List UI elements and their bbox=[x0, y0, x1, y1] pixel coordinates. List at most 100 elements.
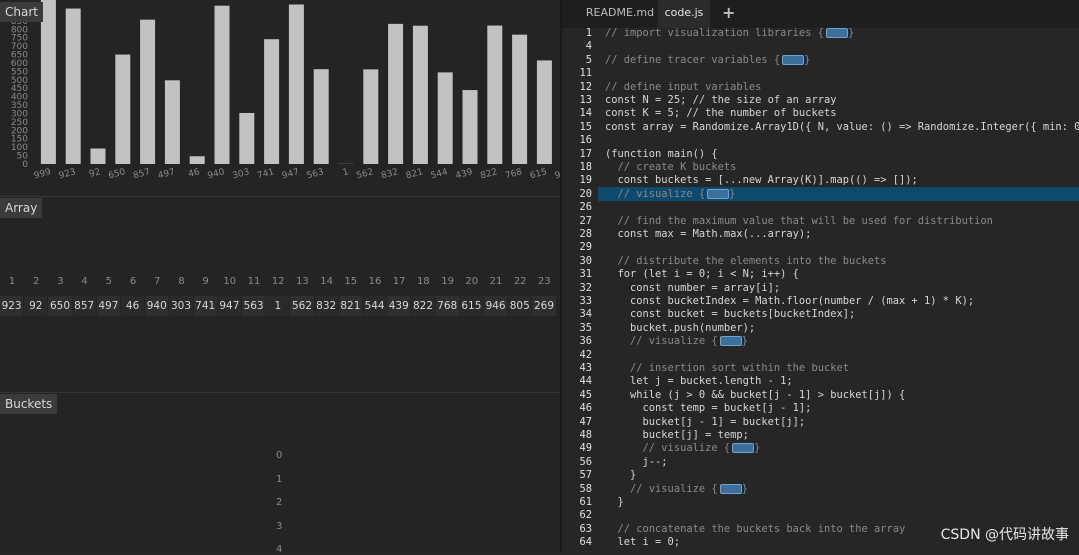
array-index-label: 6 bbox=[121, 276, 145, 287]
line-number: 26 bbox=[562, 201, 592, 214]
x-tick-label: 741 bbox=[256, 167, 275, 181]
code-text: const max = Math.max(...array); bbox=[605, 228, 811, 241]
code-text: (function main() { bbox=[605, 148, 718, 161]
watermark: CSDN @代码讲故事 bbox=[941, 524, 1069, 544]
array-index-label: 17 bbox=[387, 276, 411, 287]
line-number: 4 bbox=[562, 40, 592, 53]
fold-marker-icon[interactable] bbox=[732, 443, 754, 453]
bar bbox=[388, 24, 403, 164]
array-index-label: 23 bbox=[532, 276, 556, 287]
array-cell: 857 bbox=[73, 296, 97, 316]
array-index-label: 11 bbox=[242, 276, 266, 287]
bar bbox=[190, 156, 205, 164]
code-text: const temp = bucket[j - 1]; bbox=[605, 402, 811, 415]
line-number: 42 bbox=[562, 349, 592, 362]
bar bbox=[91, 149, 106, 164]
fold-marker-icon[interactable] bbox=[720, 484, 742, 494]
array-index-label: 12 bbox=[266, 276, 290, 287]
line-number: 12 bbox=[562, 81, 592, 94]
array-cell: 923 bbox=[0, 296, 24, 316]
editor-tab-bar: README.md code.js + bbox=[562, 0, 1079, 28]
code-text: // concatenate the buckets back into the… bbox=[605, 523, 905, 536]
add-tab-button[interactable]: + bbox=[722, 0, 735, 28]
bar bbox=[438, 72, 453, 164]
fold-marker-icon[interactable] bbox=[720, 336, 742, 346]
x-tick-label: 822 bbox=[479, 167, 498, 181]
code-text: // distribute the elements into the buck… bbox=[605, 255, 887, 268]
line-number: 49 bbox=[562, 442, 592, 455]
line-number: 31 bbox=[562, 268, 592, 281]
array-cell: 439 bbox=[387, 296, 411, 316]
line-number: 18 bbox=[562, 161, 592, 174]
x-tick-label: 1 bbox=[342, 167, 350, 178]
code-text: // visualize {} bbox=[605, 442, 760, 455]
x-tick-label: 544 bbox=[430, 167, 449, 181]
array-cell: 303 bbox=[169, 296, 193, 316]
array-index-label: 16 bbox=[363, 276, 387, 287]
array-index-label: 10 bbox=[218, 276, 242, 287]
line-number: 28 bbox=[562, 228, 592, 241]
array-cell: 497 bbox=[97, 296, 121, 316]
code-text: const array = Randomize.Array1D({ N, val… bbox=[605, 121, 1079, 134]
line-number: 35 bbox=[562, 322, 592, 335]
bar bbox=[165, 80, 180, 164]
bar bbox=[463, 90, 478, 164]
fold-marker-icon[interactable] bbox=[826, 28, 848, 38]
x-tick-label: 497 bbox=[157, 167, 176, 181]
line-number: 5 bbox=[562, 54, 592, 67]
line-number: 61 bbox=[562, 496, 592, 509]
line-number: 63 bbox=[562, 523, 592, 536]
panel-divider[interactable] bbox=[0, 392, 560, 393]
array-index-label: 1 bbox=[0, 276, 24, 287]
code-text: const N = 25; // the size of an array bbox=[605, 94, 836, 107]
bucket-index-label: 4 bbox=[276, 544, 282, 555]
line-number: 47 bbox=[562, 416, 592, 429]
bucket-index-label: 2 bbox=[276, 497, 282, 508]
array-cell: 768 bbox=[436, 296, 460, 316]
bar bbox=[115, 55, 130, 164]
code-text: } bbox=[605, 469, 636, 482]
code-text: j--; bbox=[605, 456, 668, 469]
line-number: 48 bbox=[562, 429, 592, 442]
array-cell: 947 bbox=[218, 296, 242, 316]
bar bbox=[215, 6, 230, 164]
array-index-label: 3 bbox=[48, 276, 72, 287]
fold-marker-icon[interactable] bbox=[782, 55, 804, 65]
array-cell: 821 bbox=[339, 296, 363, 316]
x-tick-label: 650 bbox=[107, 167, 126, 181]
bar-chart: 0501001502002503003504004505005506006507… bbox=[0, 0, 560, 195]
buckets-panel-label: Buckets bbox=[0, 394, 57, 414]
line-number: 44 bbox=[562, 375, 592, 388]
x-tick-label: 832 bbox=[380, 167, 399, 181]
tab-readme[interactable]: README.md bbox=[582, 0, 658, 28]
line-number: 57 bbox=[562, 469, 592, 482]
x-tick-label: 821 bbox=[405, 167, 424, 181]
array-cell: 940 bbox=[145, 296, 169, 316]
x-tick-label: 92 bbox=[88, 167, 102, 180]
tab-code-js[interactable]: code.js bbox=[658, 0, 710, 28]
array-cell: 741 bbox=[194, 296, 218, 316]
x-tick-label: 940 bbox=[207, 167, 226, 181]
panel-divider[interactable] bbox=[0, 196, 560, 197]
array-cell: 832 bbox=[315, 296, 339, 316]
array-index-label: 21 bbox=[484, 276, 508, 287]
bar bbox=[41, 0, 56, 164]
array-cell: 46 bbox=[121, 296, 145, 316]
code-text: // import visualization libraries {} bbox=[605, 27, 854, 40]
array-index-label: 5 bbox=[97, 276, 121, 287]
bar bbox=[512, 35, 527, 164]
line-number: 36 bbox=[562, 335, 592, 348]
line-number: 34 bbox=[562, 308, 592, 321]
array-cell: 92 bbox=[24, 296, 48, 316]
bar bbox=[487, 26, 502, 164]
code-text: while (j > 0 && bucket[j - 1] > bucket[j… bbox=[605, 389, 905, 402]
line-number: 32 bbox=[562, 282, 592, 295]
line-number: 46 bbox=[562, 402, 592, 415]
fold-marker-icon[interactable] bbox=[707, 189, 729, 199]
line-number: 20 bbox=[562, 188, 592, 201]
code-text: bucket[j] = temp; bbox=[605, 429, 749, 442]
x-tick-label: 439 bbox=[455, 167, 474, 181]
line-number: 43 bbox=[562, 362, 592, 375]
line-number: 29 bbox=[562, 241, 592, 254]
array-index-label: 13 bbox=[290, 276, 314, 287]
